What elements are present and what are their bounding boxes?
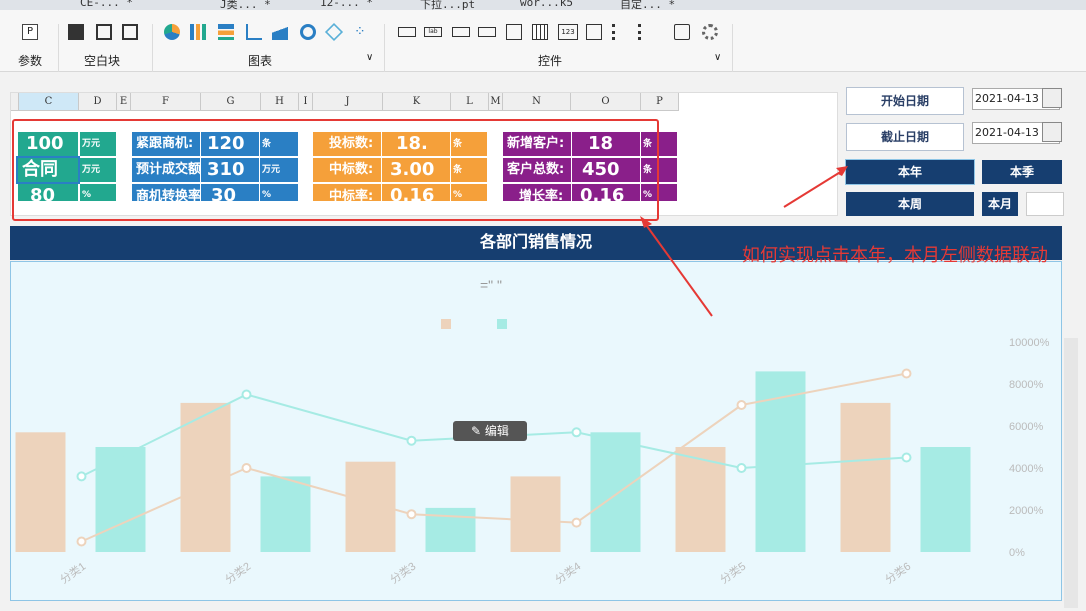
arrow-to-grid-line	[643, 221, 713, 317]
arrow-to-grid	[640, 216, 652, 228]
vertical-scrollbar[interactable]	[1064, 338, 1078, 608]
annotation-arrows	[640, 166, 848, 317]
arrow-to-buttons-line	[783, 170, 843, 208]
